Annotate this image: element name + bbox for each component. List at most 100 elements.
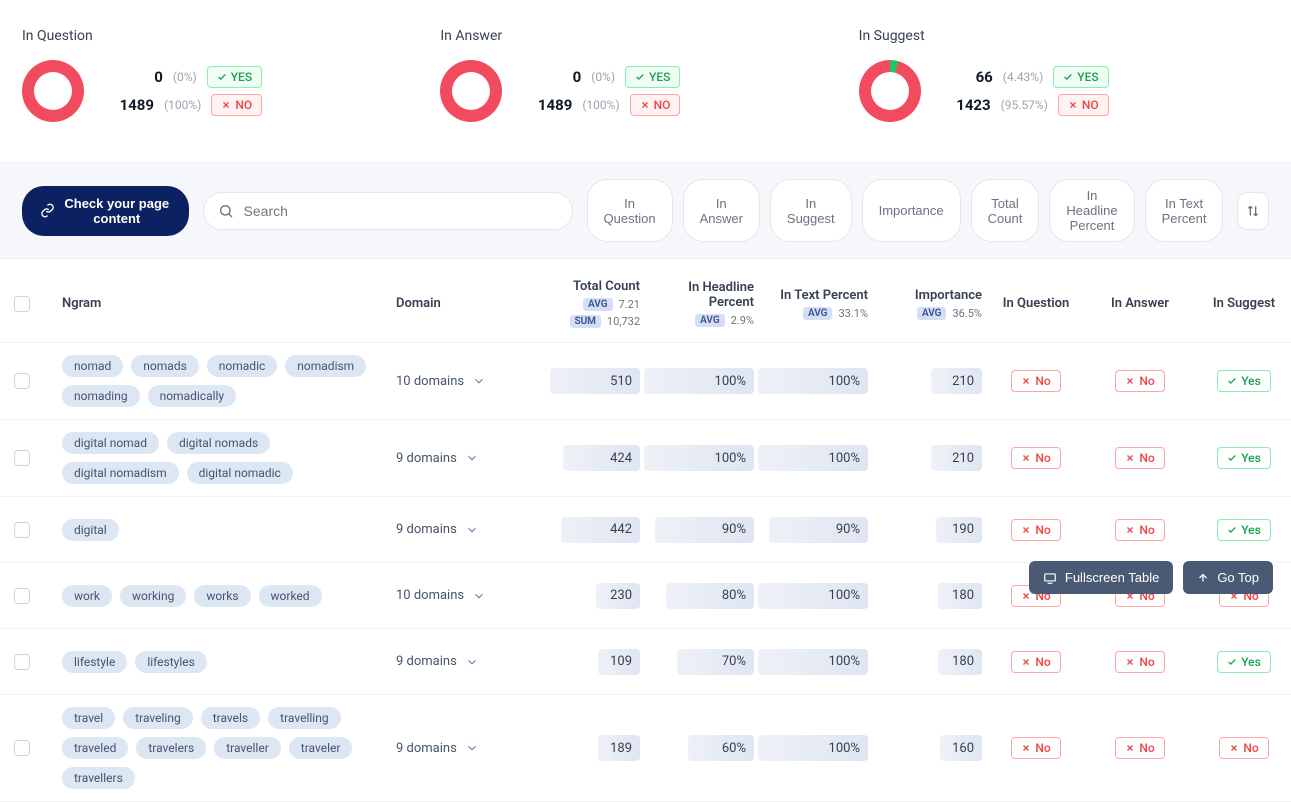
- domain-cell[interactable]: 9 domains: [396, 654, 526, 669]
- yes-chip[interactable]: Yes: [1217, 447, 1271, 469]
- search-field[interactable]: [203, 192, 573, 230]
- stat-yes-chip[interactable]: YES: [207, 66, 262, 88]
- col-in-headline[interactable]: In Headline Percent AVG2.9%: [644, 280, 754, 327]
- in-answer-cell: No: [1090, 447, 1190, 469]
- no-chip[interactable]: No: [1011, 519, 1060, 541]
- ngram-tag[interactable]: traveller: [214, 737, 281, 759]
- col-ngram[interactable]: Ngram: [62, 296, 392, 311]
- in-suggest-cell: Yes: [1194, 370, 1291, 392]
- domain-cell[interactable]: 10 domains: [396, 374, 526, 389]
- filter-pill[interactable]: In Text Percent: [1145, 179, 1224, 242]
- col-in-text[interactable]: In Text Percent AVG33.1%: [758, 288, 868, 320]
- headline-bar: 70%: [677, 649, 754, 675]
- ngram-tag[interactable]: lifestyles: [135, 651, 207, 673]
- ngram-tag[interactable]: digital nomadism: [62, 462, 179, 484]
- yes-chip[interactable]: Yes: [1217, 519, 1271, 541]
- check-icon: [1227, 657, 1237, 667]
- total-count-bar: 510: [550, 368, 640, 394]
- no-chip[interactable]: No: [1011, 447, 1060, 469]
- no-chip[interactable]: No: [1115, 370, 1164, 392]
- sort-button[interactable]: [1237, 192, 1269, 230]
- col-importance[interactable]: Importance AVG36.5%: [872, 288, 982, 320]
- row-checkbox[interactable]: [14, 373, 30, 389]
- select-all-checkbox[interactable]: [14, 296, 30, 312]
- ngram-tag[interactable]: nomading: [62, 385, 140, 407]
- domain-cell[interactable]: 9 domains: [396, 451, 526, 466]
- ngram-tag[interactable]: travel: [62, 707, 115, 729]
- fullscreen-table-button[interactable]: Fullscreen Table: [1029, 561, 1173, 594]
- ngram-tag[interactable]: digital nomads: [167, 432, 270, 454]
- no-chip[interactable]: No: [1011, 370, 1060, 392]
- no-chip[interactable]: No: [1115, 447, 1164, 469]
- ngram-cell: work working works worked: [62, 585, 392, 607]
- ngram-tag[interactable]: travelling: [268, 707, 340, 729]
- stat-yes-chip[interactable]: YES: [1053, 66, 1108, 88]
- ngram-tag[interactable]: traveled: [62, 737, 128, 759]
- no-chip[interactable]: No: [1219, 737, 1268, 759]
- ngram-tag[interactable]: digital nomad: [62, 432, 159, 454]
- no-chip[interactable]: No: [1115, 651, 1164, 673]
- importance-bar: 210: [931, 368, 982, 394]
- x-icon: [1125, 657, 1135, 667]
- stat-no-chip[interactable]: NO: [630, 94, 681, 116]
- yes-chip[interactable]: Yes: [1217, 370, 1271, 392]
- row-checkbox[interactable]: [14, 740, 30, 756]
- search-input[interactable]: [242, 202, 558, 220]
- ngram-tag[interactable]: travelers: [136, 737, 206, 759]
- yes-chip[interactable]: Yes: [1217, 651, 1271, 673]
- row-checkbox[interactable]: [14, 522, 30, 538]
- ngram-tag[interactable]: nomadically: [148, 385, 237, 407]
- ngram-tag[interactable]: worked: [259, 585, 322, 607]
- ngram-tag[interactable]: lifestyle: [62, 651, 127, 673]
- chevron-down-icon: [465, 451, 479, 465]
- filter-pill[interactable]: Total Count: [971, 179, 1040, 242]
- filter-pill[interactable]: In Headline Percent: [1049, 179, 1134, 242]
- col-domain[interactable]: Domain: [396, 296, 526, 311]
- ngram-tag[interactable]: working: [120, 585, 186, 607]
- check-page-content-button[interactable]: Check your page content: [22, 186, 189, 236]
- ngram-tag[interactable]: nomads: [131, 355, 198, 377]
- no-chip[interactable]: No: [1011, 651, 1060, 673]
- in-suggest-cell: Yes: [1194, 519, 1291, 541]
- row-checkbox[interactable]: [14, 450, 30, 466]
- ngram-tag[interactable]: nomadic: [207, 355, 278, 377]
- row-checkbox[interactable]: [14, 588, 30, 604]
- filter-pill[interactable]: In Suggest: [770, 179, 852, 242]
- col-in-question[interactable]: In Question: [986, 296, 1086, 311]
- ngram-tag[interactable]: digital nomadic: [187, 462, 293, 484]
- importance-bar: 210: [931, 445, 982, 471]
- ngram-tag[interactable]: works: [194, 585, 250, 607]
- ngram-tag[interactable]: travels: [201, 707, 260, 729]
- no-chip[interactable]: No: [1011, 737, 1060, 759]
- x-icon: [1021, 657, 1031, 667]
- ngram-tag[interactable]: nomad: [62, 355, 123, 377]
- go-top-button[interactable]: Go Top: [1183, 561, 1273, 594]
- col-in-answer[interactable]: In Answer: [1090, 296, 1190, 311]
- stat-yes-chip[interactable]: YES: [625, 66, 680, 88]
- row-checkbox[interactable]: [14, 654, 30, 670]
- domain-count: 9 domains: [396, 522, 457, 537]
- ngram-tag[interactable]: traveler: [289, 737, 353, 759]
- ngram-tag[interactable]: travellers: [62, 767, 135, 789]
- table-row: travel traveling travels travelling traveled…: [0, 695, 1291, 802]
- col-in-suggest[interactable]: In Suggest: [1194, 296, 1291, 311]
- donut-chart: [440, 60, 502, 122]
- ngram-tag[interactable]: work: [62, 585, 112, 607]
- filter-pill[interactable]: Importance: [862, 179, 961, 242]
- filter-pill[interactable]: In Question: [587, 179, 673, 242]
- domain-cell[interactable]: 10 domains: [396, 588, 526, 603]
- domain-count: 9 domains: [396, 451, 457, 466]
- stat-no-chip[interactable]: NO: [211, 94, 262, 116]
- ngram-tag[interactable]: traveling: [123, 707, 193, 729]
- no-chip[interactable]: No: [1115, 519, 1164, 541]
- no-chip[interactable]: No: [1115, 737, 1164, 759]
- stat-title: In Answer: [440, 28, 850, 44]
- ngram-tag[interactable]: nomadism: [285, 355, 366, 377]
- ngram-tag[interactable]: digital: [62, 519, 119, 541]
- check-icon: [1227, 453, 1237, 463]
- col-total-count[interactable]: Total Count AVG7.21 SUM10,732: [530, 279, 640, 328]
- domain-cell[interactable]: 9 domains: [396, 522, 526, 537]
- filter-pill[interactable]: In Answer: [683, 179, 760, 242]
- stat-no-chip[interactable]: NO: [1058, 94, 1109, 116]
- domain-cell[interactable]: 9 domains: [396, 741, 526, 756]
